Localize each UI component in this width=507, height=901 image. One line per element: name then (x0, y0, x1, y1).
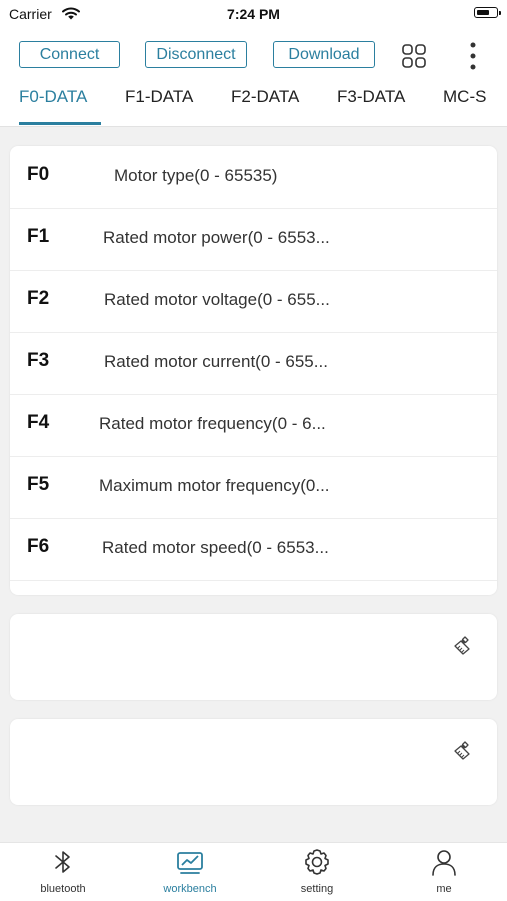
parameter-code: F0 (27, 164, 50, 185)
parameter-code: F6 (27, 536, 50, 557)
tab-f2-data[interactable]: F2-DATA (231, 87, 299, 107)
nav-label: workbench (163, 883, 217, 895)
parameter-description: Rated motor voltage(0 - 655... (104, 290, 330, 309)
bluetooth-icon (55, 851, 70, 873)
clear-brush-icon[interactable] (454, 740, 474, 760)
user-icon (432, 850, 456, 876)
workbench-icon (177, 852, 203, 874)
nav-label: setting (300, 883, 334, 895)
parameter-code: F1 (27, 226, 50, 247)
parameter-description: Rated motor current(0 - 655... (104, 352, 328, 371)
nav-bluetooth[interactable]: bluetooth (13, 847, 113, 899)
nav-label: bluetooth (40, 883, 86, 895)
parameter-code: F2 (27, 288, 50, 309)
nav-label: me (436, 883, 452, 895)
tab-f0-data[interactable]: F0-DATA (19, 87, 87, 107)
toolbar: Connect Disconnect Download (0, 28, 507, 82)
battery-icon (474, 7, 501, 18)
active-tab-indicator (19, 122, 101, 125)
parameter-code: F3 (27, 350, 50, 371)
tab-f1-data[interactable]: F1-DATA (125, 87, 193, 107)
parameter-row[interactable]: F5 Maximum motor frequency(0... (10, 456, 497, 519)
bottom-nav: bluetooth workbench setting me (0, 842, 507, 901)
parameter-description: Rated motor frequency(0 - 6... (99, 414, 326, 433)
grid-icon[interactable] (401, 43, 427, 69)
parameter-description: Maximum motor frequency(0... (99, 476, 330, 495)
tab-bar: F0-DATA F1-DATA F2-DATA F3-DATA MC-S (0, 82, 507, 127)
log-panel (10, 719, 497, 805)
parameter-row[interactable]: F6 Rated motor speed(0 - 6553... (10, 518, 497, 581)
parameter-code: F5 (27, 474, 50, 495)
parameter-row[interactable]: F1 Rated motor power(0 - 6553... (10, 208, 497, 271)
disconnect-button[interactable]: Disconnect (145, 41, 247, 68)
parameter-list: F0 Motor type(0 - 65535) F1 Rated motor … (10, 146, 497, 595)
download-button[interactable]: Download (273, 41, 375, 68)
parameter-description: Motor type(0 - 65535) (114, 166, 278, 185)
status-bar: Carrier 7:24 PM (0, 0, 507, 28)
more-options-icon[interactable] (469, 42, 477, 70)
log-panel (10, 614, 497, 700)
nav-setting[interactable]: setting (267, 847, 367, 899)
parameter-row[interactable]: F2 Rated motor voltage(0 - 655... (10, 270, 497, 333)
nav-workbench[interactable]: workbench (140, 847, 240, 899)
parameter-code: F4 (27, 412, 50, 433)
parameter-row[interactable]: F0 Motor type(0 - 65535) (10, 146, 497, 209)
tab-f3-data[interactable]: F3-DATA (337, 87, 405, 107)
nav-me[interactable]: me (394, 847, 494, 899)
parameter-description: Rated motor power(0 - 6553... (103, 228, 330, 247)
clear-brush-icon[interactable] (454, 635, 474, 655)
clock: 7:24 PM (227, 6, 280, 22)
parameter-row[interactable]: F3 Rated motor current(0 - 655... (10, 332, 497, 395)
tab-mc-s[interactable]: MC-S (443, 87, 486, 107)
parameter-description: Rated motor speed(0 - 6553... (102, 538, 329, 557)
gear-icon (305, 849, 329, 875)
connect-button[interactable]: Connect (19, 41, 120, 68)
parameter-row[interactable]: F4 Rated motor frequency(0 - 6... (10, 394, 497, 457)
